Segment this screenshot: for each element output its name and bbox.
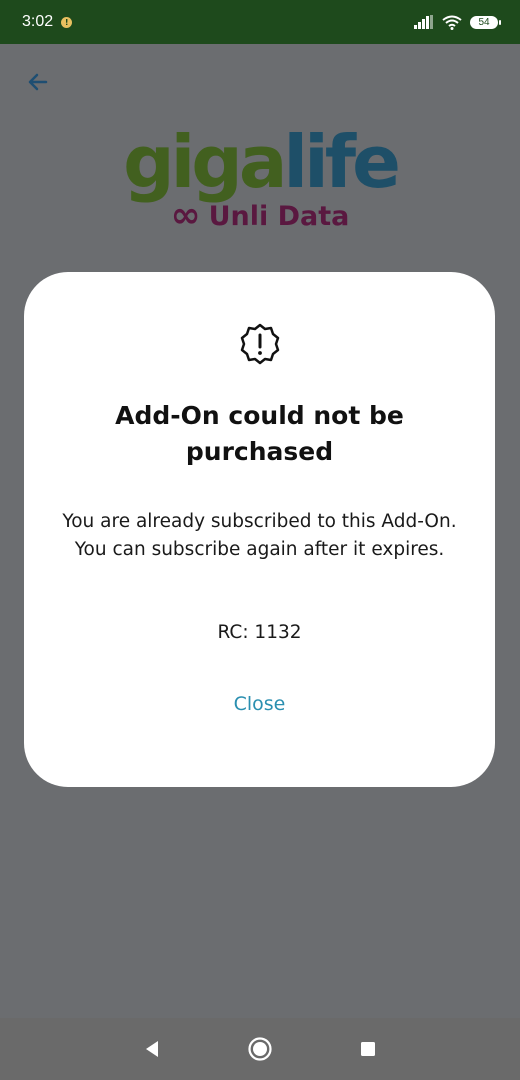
status-bar: 3:02 ! 54 xyxy=(0,0,520,44)
close-button[interactable]: Close xyxy=(199,686,320,722)
alert-badge-icon xyxy=(240,323,280,365)
recents-icon[interactable] xyxy=(354,1035,382,1063)
signal-icon xyxy=(414,15,433,29)
battery-icon: 54 xyxy=(470,15,501,29)
status-icons: 54 xyxy=(414,15,501,30)
dialog-title: Add-On could not be purchased xyxy=(115,401,404,466)
logo-wordmark: gigalife xyxy=(0,126,520,198)
notification-icon: ! xyxy=(61,16,73,28)
logo-life: life xyxy=(283,120,400,204)
status-time: 3:02 xyxy=(22,13,54,30)
wifi-icon xyxy=(442,15,462,30)
dialog-rc-code: RC: 1132 xyxy=(217,622,302,643)
logo-subtitle: ∞ Unli Data xyxy=(0,198,520,234)
home-icon[interactable] xyxy=(246,1035,274,1063)
logo-subtitle-text: Unli Data xyxy=(208,200,350,232)
back-icon[interactable] xyxy=(138,1035,166,1063)
back-arrow-icon[interactable] xyxy=(24,68,52,96)
navigation-bar xyxy=(0,1018,520,1080)
logo-giga: giga xyxy=(123,120,287,204)
infinity-icon: ∞ xyxy=(170,195,201,236)
gigalife-logo: gigalife ∞ Unli Data xyxy=(0,126,520,234)
error-dialog: Add-On could not be purchased You are al… xyxy=(24,272,495,787)
dialog-message: You are already subscribed to this Add-O… xyxy=(62,511,457,560)
